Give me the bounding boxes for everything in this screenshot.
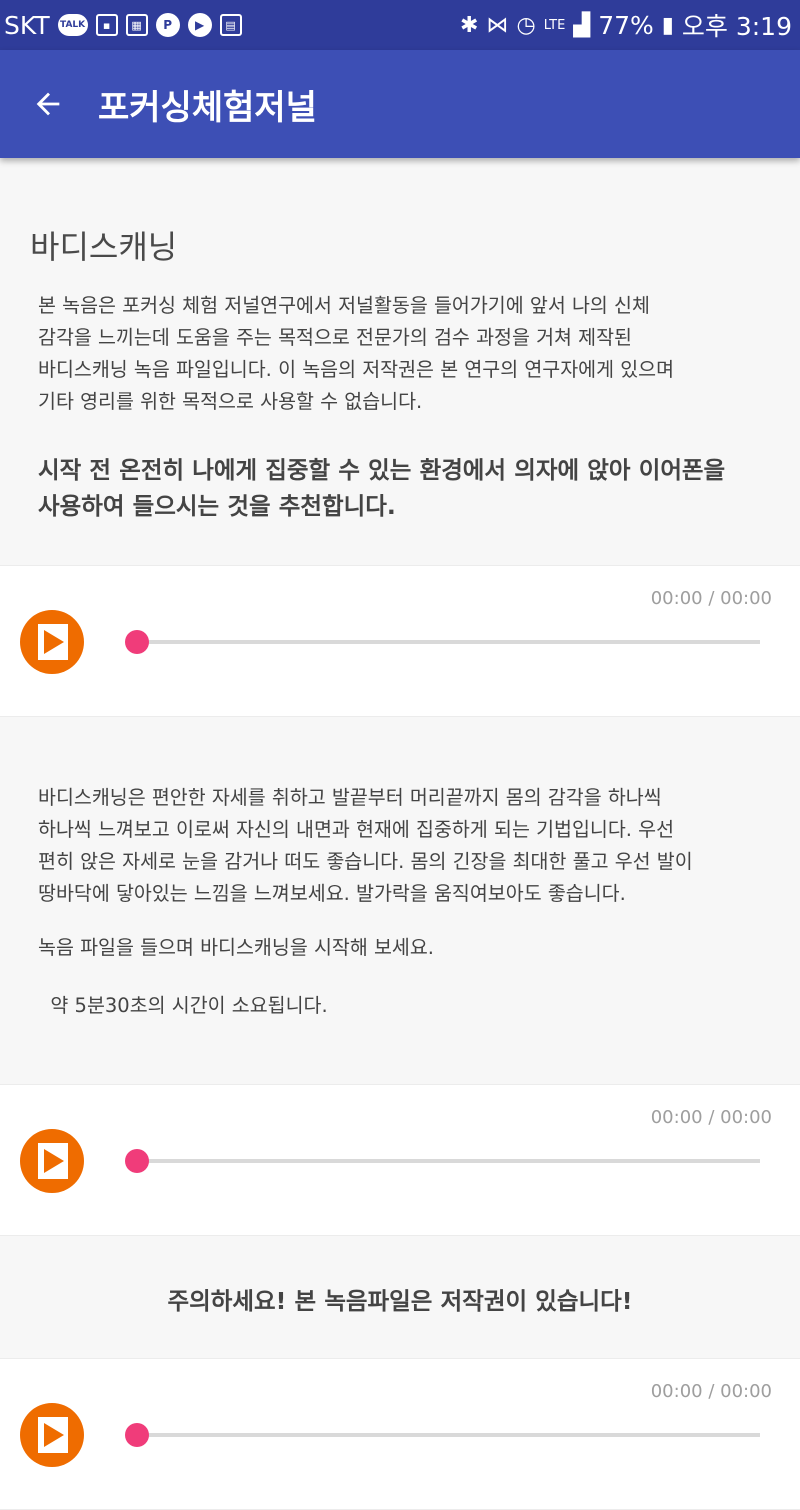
seek-track[interactable] [136, 640, 760, 644]
image-icon: ▪ [95, 14, 118, 36]
alarm-icon: ◷ [516, 12, 536, 38]
status-bar-right: ✱ ⋈ ◷ LTE ▟ 77% ▮ 오후 3:19 [460, 7, 792, 43]
play-button[interactable] [20, 610, 84, 674]
signal-icon: ▟ [573, 12, 591, 38]
play-icon [44, 1423, 64, 1447]
clock: 오후 3:19 [681, 12, 792, 41]
back-button[interactable] [24, 80, 72, 128]
lte-icon: LTE [543, 17, 566, 33]
bluetooth-icon: ✱ [460, 12, 479, 38]
status-bar: SKT TALK ▪ ▦ P ▶ ▤ ✱ ⋈ ◷ LTE ▟ 77% ▮ 오후 … [0, 0, 800, 50]
seek-thumb[interactable] [125, 1149, 149, 1173]
seek-thumb[interactable] [125, 1423, 149, 1447]
play-button[interactable] [20, 1129, 84, 1193]
kakaotalk-icon: TALK [57, 14, 88, 36]
audio-player: 00:00 / 00:00 [0, 565, 800, 717]
p-app-icon: P [155, 13, 180, 37]
instruction-text: 녹음 파일을 들으며 바디스캐닝을 시작해 보세요. [38, 936, 434, 959]
recommendation-text: 시작 전 온전히 나에게 집중할 수 있는 환경에서 의자에 앉아 이어폰을 사… [38, 456, 726, 520]
play-icon [44, 1149, 64, 1173]
app-bar: 포커싱체험저널 [0, 50, 800, 158]
play-icon [44, 630, 64, 654]
audio-player: 00:00 / 00:00 [0, 1084, 800, 1236]
player-time: 00:00 / 00:00 [650, 1381, 772, 1402]
audio-player: 00:00 / 00:00 [0, 1358, 800, 1510]
duration-text: 약 5분30초의 시간이 소요됩니다. [38, 994, 328, 1017]
player-time: 00:00 / 00:00 [650, 588, 772, 609]
app-icon: ▦ [125, 14, 148, 36]
status-bar-left: SKT TALK ▪ ▦ P ▶ ▤ [4, 11, 242, 40]
description-paragraph: 바디스캐닝은 편안한 자세를 취하고 발끝부터 머리끝까지 몸의 감각을 하나씩… [38, 786, 693, 905]
copyright-warning: 주의하세요! 본 녹음파일은 저작권이 있습니다! [167, 1287, 633, 1315]
section-title: 바디스캐닝 [30, 228, 178, 266]
player-time: 00:00 / 00:00 [650, 1107, 772, 1128]
seek-track[interactable] [136, 1159, 760, 1163]
play-button[interactable] [20, 1403, 84, 1467]
notification-icon: ▤ [219, 14, 242, 36]
arrow-back-icon [36, 92, 60, 116]
intro-paragraph: 본 녹음은 포커싱 체험 저널연구에서 저널활동을 들어가기에 앞서 나의 신체… [38, 294, 675, 413]
play-store-icon: ▶ [187, 13, 212, 37]
page-title: 포커싱체험저널 [98, 87, 317, 128]
battery-percent: 77% [598, 10, 654, 40]
seek-thumb[interactable] [125, 630, 149, 654]
carrier-label: SKT [4, 10, 50, 40]
seek-track[interactable] [136, 1433, 760, 1437]
vibrate-icon: ⋈ [486, 12, 509, 38]
battery-icon: ▮ [661, 12, 674, 38]
